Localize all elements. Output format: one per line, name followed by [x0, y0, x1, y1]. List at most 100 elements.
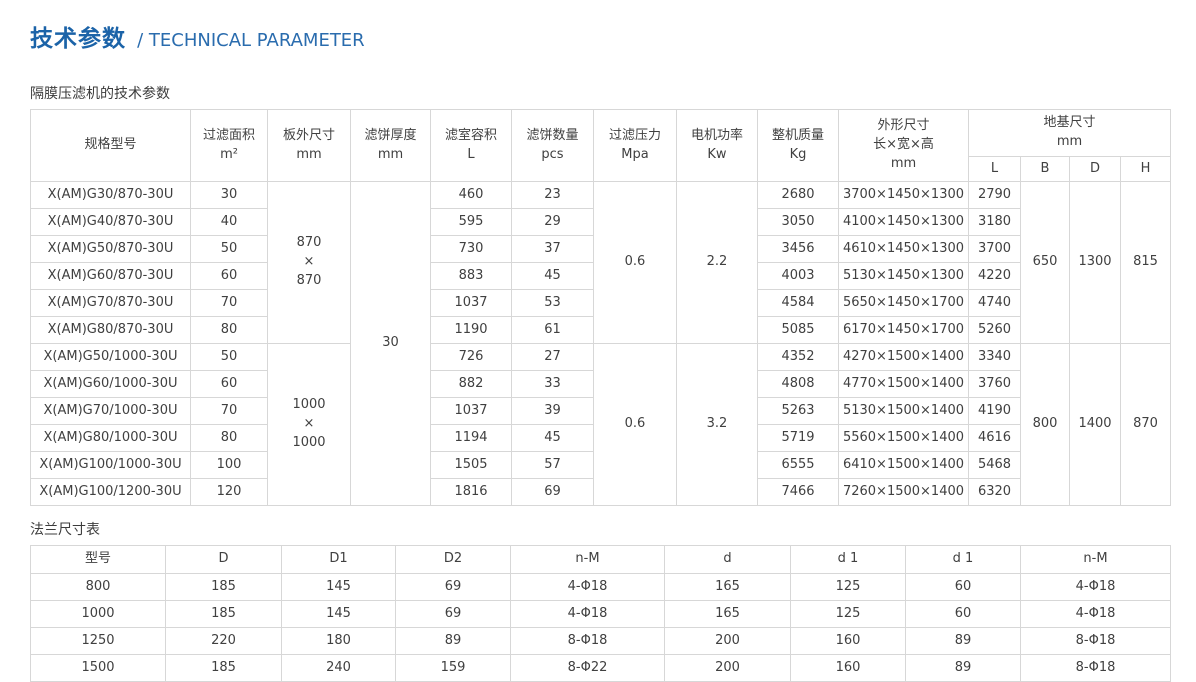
cell-area: 80: [191, 425, 268, 452]
cell-foundation-l: 2790: [969, 182, 1021, 209]
cell-flange-D: 185: [166, 574, 282, 601]
cell-model: X(AM)G60/870-30U: [31, 263, 191, 290]
cell-thickness: 30: [351, 182, 431, 506]
cell-foundation-l: 5468: [969, 452, 1021, 479]
cell-flange-model: 1000: [31, 601, 166, 628]
cell-cakes: 29: [512, 209, 594, 236]
cell-dims: 6410×1500×1400: [839, 452, 969, 479]
cell-weight: 5719: [758, 425, 839, 452]
cell-power: 3.2: [677, 344, 758, 506]
col-header-flange-model: 型号: [31, 546, 166, 574]
cell-area: 30: [191, 182, 268, 209]
cell-area: 60: [191, 263, 268, 290]
cell-model: X(AM)G70/1000-30U: [31, 398, 191, 425]
spec-row: X(AM)G50/1000-30U 50 1000 × 1000 726 27 …: [31, 344, 1171, 371]
cell-area: 100: [191, 452, 268, 479]
cell-dims: 4100×1450×1300: [839, 209, 969, 236]
cell-model: X(AM)G60/1000-30U: [31, 371, 191, 398]
col-header-flange-D2: D2: [396, 546, 511, 574]
cell-volume: 595: [431, 209, 512, 236]
cell-flange-D: 185: [166, 655, 282, 682]
col-header-foundation-l: L: [969, 157, 1021, 182]
cell-foundation-h: 870: [1121, 344, 1171, 506]
cell-pressure: 0.6: [594, 182, 677, 344]
page-title: 技术参数 / TECHNICAL PARAMETER: [30, 20, 1170, 56]
cell-flange-D1: 145: [282, 601, 396, 628]
col-header-weight: 整机质量 Kg: [758, 110, 839, 182]
cell-cakes: 53: [512, 290, 594, 317]
cell-foundation-b: 800: [1021, 344, 1070, 506]
col-header-plate: 板外尺寸 mm: [268, 110, 351, 182]
cell-foundation-h: 815: [1121, 182, 1171, 344]
cell-flange-nM2: 8-Φ18: [1021, 628, 1171, 655]
cell-flange-nM: 8-Φ22: [511, 655, 665, 682]
cell-flange-d1b: 89: [906, 628, 1021, 655]
cell-foundation-d: 1300: [1070, 182, 1121, 344]
cell-dims: 4770×1500×1400: [839, 371, 969, 398]
cell-weight: 4352: [758, 344, 839, 371]
cell-weight: 4808: [758, 371, 839, 398]
cell-area: 60: [191, 371, 268, 398]
flange-dimensions-table: 型号 D D1 D2 n-M d d 1 d 1 n-M 800 185 145…: [30, 545, 1171, 682]
col-header-thickness: 滤饼厚度 mm: [351, 110, 431, 182]
cell-flange-d: 165: [665, 574, 791, 601]
cell-area: 50: [191, 344, 268, 371]
cell-cakes: 33: [512, 371, 594, 398]
col-header-area: 过滤面积 m²: [191, 110, 268, 182]
cell-cakes: 45: [512, 425, 594, 452]
cell-area: 70: [191, 290, 268, 317]
col-header-flange-D: D: [166, 546, 282, 574]
cell-foundation-l: 3340: [969, 344, 1021, 371]
col-header-foundation: 地基尺寸 mm: [969, 110, 1171, 157]
cell-flange-D: 220: [166, 628, 282, 655]
cell-dims: 7260×1500×1400: [839, 479, 969, 506]
cell-volume: 883: [431, 263, 512, 290]
cell-model: X(AM)G100/1000-30U: [31, 452, 191, 479]
cell-foundation-l: 5260: [969, 317, 1021, 344]
col-header-flange-D1: D1: [282, 546, 396, 574]
page: 技术参数 / TECHNICAL PARAMETER 隔膜压滤机的技术参数 规格…: [0, 0, 1196, 682]
col-header-dims: 外形尺寸 长×宽×高 mm: [839, 110, 969, 182]
cell-volume: 460: [431, 182, 512, 209]
cell-model: X(AM)G30/870-30U: [31, 182, 191, 209]
col-header-foundation-d: D: [1070, 157, 1121, 182]
cell-weight: 7466: [758, 479, 839, 506]
header-row: 规格型号 过滤面积 m² 板外尺寸 mm 滤饼厚度 mm 滤室容积 L 滤饼数量…: [31, 110, 1171, 157]
cell-model: X(AM)G50/1000-30U: [31, 344, 191, 371]
cell-weight: 3050: [758, 209, 839, 236]
cell-cakes: 23: [512, 182, 594, 209]
cell-cakes: 45: [512, 263, 594, 290]
cell-dims: 5650×1450×1700: [839, 290, 969, 317]
cell-flange-D2: 89: [396, 628, 511, 655]
col-header-volume: 滤室容积 L: [431, 110, 512, 182]
cell-flange-D1: 180: [282, 628, 396, 655]
cell-dims: 3700×1450×1300: [839, 182, 969, 209]
col-header-model: 规格型号: [31, 110, 191, 182]
cell-foundation-l: 4220: [969, 263, 1021, 290]
cell-weight: 4003: [758, 263, 839, 290]
cell-volume: 1037: [431, 398, 512, 425]
cell-model: X(AM)G70/870-30U: [31, 290, 191, 317]
cell-flange-d1a: 125: [791, 601, 906, 628]
flange-row: 800 185 145 69 4-Φ18 165 125 60 4-Φ18: [31, 574, 1171, 601]
cell-flange-model: 1500: [31, 655, 166, 682]
flange-table-caption: 法兰尺寸表: [30, 519, 1170, 539]
cell-foundation-l: 4190: [969, 398, 1021, 425]
col-header-foundation-b: B: [1021, 157, 1070, 182]
page-title-zh: 技术参数: [30, 26, 126, 52]
cell-plate-size: 870 × 870: [268, 182, 351, 344]
cell-weight: 5085: [758, 317, 839, 344]
cell-flange-nM2: 4-Φ18: [1021, 601, 1171, 628]
cell-flange-nM: 4-Φ18: [511, 601, 665, 628]
cell-foundation-b: 650: [1021, 182, 1070, 344]
cell-dims: 5130×1450×1300: [839, 263, 969, 290]
cell-volume: 730: [431, 236, 512, 263]
cell-cakes: 69: [512, 479, 594, 506]
col-header-flange-d1a: d 1: [791, 546, 906, 574]
cell-volume: 882: [431, 371, 512, 398]
cell-cakes: 61: [512, 317, 594, 344]
col-header-foundation-h: H: [1121, 157, 1171, 182]
cell-flange-D1: 240: [282, 655, 396, 682]
cell-model: X(AM)G100/1200-30U: [31, 479, 191, 506]
cell-power: 2.2: [677, 182, 758, 344]
